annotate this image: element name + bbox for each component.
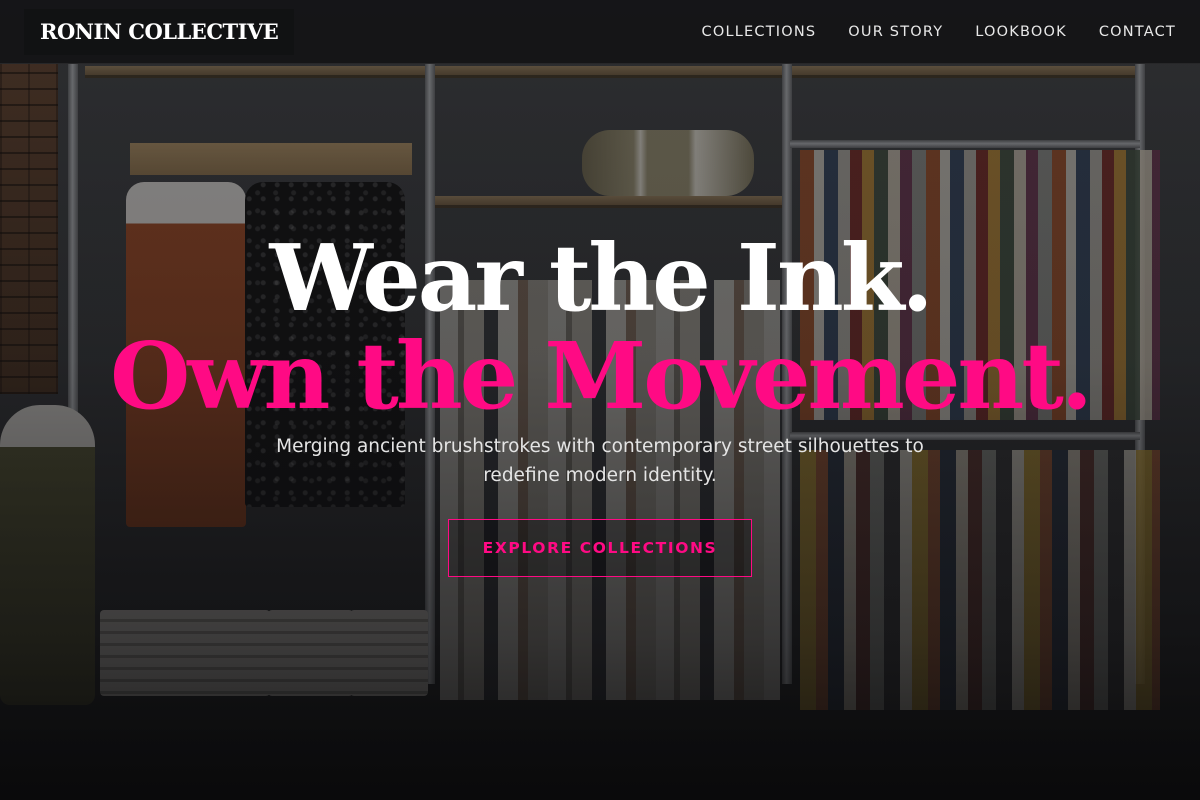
nav-link-collections[interactable]: COLLECTIONS <box>702 24 817 40</box>
nav-item-contact: CONTACT <box>1099 23 1176 41</box>
nav-item-our-story: OUR STORY <box>848 23 943 41</box>
nav-link-contact[interactable]: CONTACT <box>1099 24 1176 40</box>
hero-section: Wear the Ink. Own the Movement. Merging … <box>0 64 1200 800</box>
main-nav: COLLECTIONS OUR STORY LOOKBOOK CONTACT <box>702 23 1176 41</box>
nav-link-our-story[interactable]: OUR STORY <box>848 24 943 40</box>
hero-subtext: Merging ancient brushstrokes with contem… <box>276 436 924 486</box>
site-header: RONIN COLLECTIVE COLLECTIONS OUR STORY L… <box>0 0 1200 64</box>
nav-item-collections: COLLECTIONS <box>702 23 817 41</box>
hero-headline-primary: Wear the Ink. <box>269 224 933 332</box>
hero-headline-accent: Own the Movement. <box>110 322 1093 430</box>
nav-link-lookbook[interactable]: LOOKBOOK <box>975 24 1067 40</box>
brand-logo[interactable]: RONIN COLLECTIVE <box>24 8 295 55</box>
explore-collections-button[interactable]: EXPLORE COLLECTIONS <box>448 519 752 577</box>
nav-item-lookbook: LOOKBOOK <box>975 23 1067 41</box>
